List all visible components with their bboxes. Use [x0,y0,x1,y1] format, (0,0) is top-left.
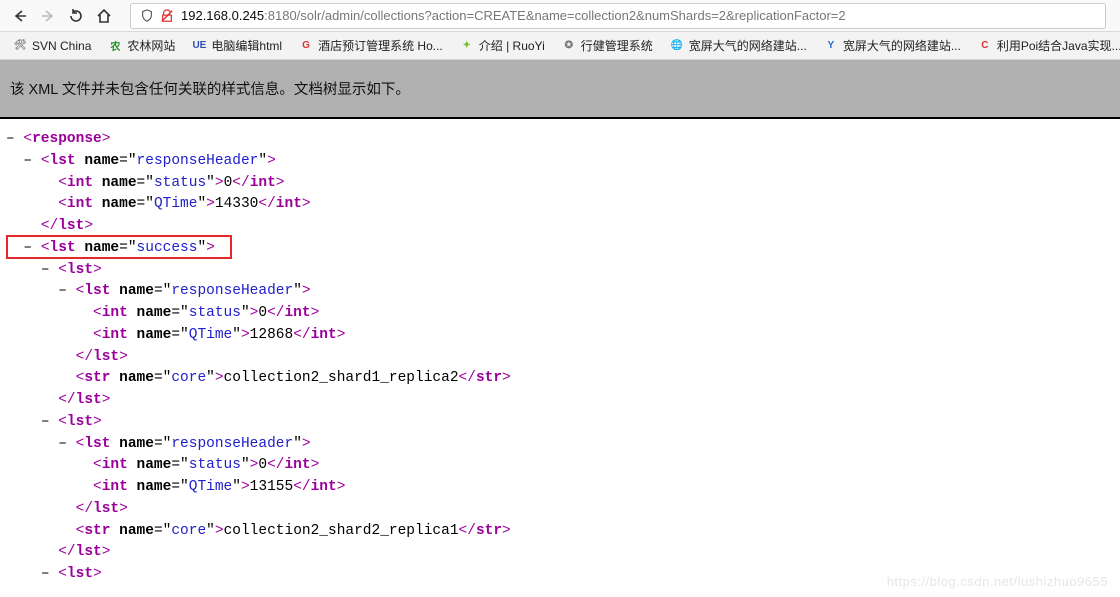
bookmark-label: 宽屏大气的网络建站... [843,37,961,54]
bookmark-item-0[interactable]: 🛠 SVN China [4,38,99,54]
xml-line: <int name="QTime">12868</int> [6,325,1114,347]
xml-line: </lst> [6,542,1114,564]
bookmark-label: 利用Poi结合Java实现... [997,37,1120,54]
xml-line: <str name="core">collection2_shard1_repl… [6,368,1114,390]
xml-line: </lst> [6,390,1114,412]
bookmark-icon: UE [191,38,207,54]
bookmark-icon: Y [823,38,839,54]
home-button[interactable] [90,2,118,30]
browser-toolbar: 192.168.0.245:8180/solr/admin/collection… [0,0,1120,32]
reload-button[interactable] [62,2,90,30]
bookmark-item-5[interactable]: ✪行健管理系统 [553,37,661,54]
bookmark-item-4[interactable]: ✦介绍 | RuoYi [451,37,553,54]
xml-line: – <lst name="success"> [6,238,1114,260]
xml-line: – <lst name="responseHeader"> [6,434,1114,456]
bookmark-label: 宽屏大气的网络建站... [689,37,807,54]
bookmarks-bar: 🛠SVN China农农林网站UE电脑编辑htmlG酒店预订管理系统 Ho...… [0,32,1120,60]
xml-viewer: https://blog.csdn.net/lushizhuo9655 – <r… [0,119,1120,596]
xml-line: – <lst name="responseHeader"> [6,281,1114,303]
bookmark-label: 电脑编辑html [211,37,282,54]
bookmark-label: SVN China [32,39,91,53]
url-text: 192.168.0.245:8180/solr/admin/collection… [177,8,1099,23]
bookmark-item-6[interactable]: 🌐宽屏大气的网络建站... [661,37,815,54]
bookmark-item-1[interactable]: 农农林网站 [99,37,183,54]
xml-line: </lst> [6,499,1114,521]
bookmark-item-7[interactable]: Y宽屏大气的网络建站... [815,37,969,54]
bookmark-item-2[interactable]: UE电脑编辑html [183,37,290,54]
bookmark-icon: ✦ [459,38,475,54]
arrow-right-icon [40,8,56,24]
bookmark-item-8[interactable]: C利用Poi结合Java实现... [969,37,1120,54]
bookmark-label: 酒店预订管理系统 Ho... [318,37,443,54]
xml-info-message: 该 XML 文件并未包含任何关联的样式信息。文档树显示如下。 [0,60,1120,119]
xml-line: <int name="QTime">13155</int> [6,477,1114,499]
address-bar[interactable]: 192.168.0.245:8180/solr/admin/collection… [130,3,1106,29]
arrow-left-icon [12,8,28,24]
home-icon [96,8,112,24]
xml-line: – <response> [6,129,1114,151]
reload-icon [68,8,84,24]
back-button[interactable] [6,2,34,30]
bookmark-icon: 农 [107,38,123,54]
url-path: :8180/solr/admin/collections?action=CREA… [264,8,845,23]
xml-line: <int name="status">0</int> [6,455,1114,477]
xml-line: – <lst name="responseHeader"> [6,151,1114,173]
shield-icon [137,9,157,23]
xml-line: <int name="status">0</int> [6,173,1114,195]
bookmark-label: 行健管理系统 [581,37,653,54]
bookmark-icon: 🌐 [669,38,685,54]
xml-line: – <lst> [6,260,1114,282]
insecure-icon [157,9,177,23]
xml-line: </lst> [6,216,1114,238]
xml-line: </lst> [6,347,1114,369]
bookmark-icon: G [298,38,314,54]
bookmark-item-3[interactable]: G酒店预订管理系统 Ho... [290,37,451,54]
bookmark-label: 农林网站 [127,37,175,54]
xml-line: <int name="QTime">14330</int> [6,194,1114,216]
xml-line: <str name="core">collection2_shard2_repl… [6,521,1114,543]
url-host: 192.168.0.245 [181,8,264,23]
bookmark-label: 介绍 | RuoYi [479,37,545,54]
xml-line: – <lst> [6,564,1114,586]
forward-button[interactable] [34,2,62,30]
xml-line: <int name="status">0</int> [6,303,1114,325]
bookmark-icon: ✪ [561,38,577,54]
bookmark-icon: C [977,38,993,54]
bookmark-icon: 🛠 [12,38,28,54]
xml-line: – <lst> [6,412,1114,434]
